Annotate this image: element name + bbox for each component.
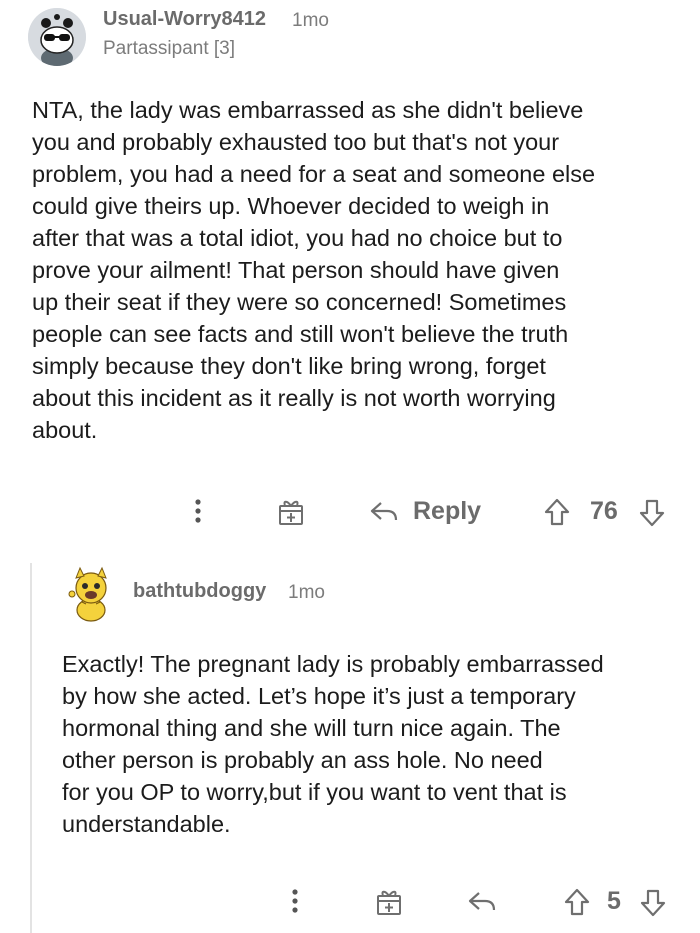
vote-count: 76 xyxy=(590,497,618,525)
dog-avatar-icon xyxy=(68,566,107,622)
upvote-icon[interactable] xyxy=(561,886,593,918)
comment-timestamp: 1mo xyxy=(292,10,329,31)
thread-line[interactable] xyxy=(30,563,32,933)
snoo-avatar-icon xyxy=(28,8,86,66)
reply-icon[interactable] xyxy=(366,498,402,526)
more-options-icon[interactable] xyxy=(186,496,210,526)
more-options-icon[interactable] xyxy=(283,886,307,916)
upvote-icon[interactable] xyxy=(541,496,573,528)
award-icon[interactable] xyxy=(372,886,406,918)
comment-username[interactable]: Usual-Worry8412 xyxy=(103,8,266,31)
reply-button[interactable]: Reply xyxy=(413,497,481,526)
award-icon[interactable] xyxy=(274,496,308,528)
reply-timestamp: 1mo xyxy=(288,582,325,603)
downvote-icon[interactable] xyxy=(637,887,669,919)
avatar[interactable] xyxy=(28,8,86,66)
downvote-icon[interactable] xyxy=(636,497,668,529)
reply-username[interactable]: bathtubdoggy xyxy=(133,580,266,603)
reply-body: Exactly! The pregnant lady is probably e… xyxy=(62,651,604,837)
vote-count: 5 xyxy=(607,887,621,915)
reply-icon[interactable] xyxy=(464,888,500,916)
avatar[interactable] xyxy=(62,564,120,622)
user-flair: Partassipant [3] xyxy=(103,38,236,59)
comment-body: NTA, the lady was embarrassed as she did… xyxy=(32,97,596,443)
